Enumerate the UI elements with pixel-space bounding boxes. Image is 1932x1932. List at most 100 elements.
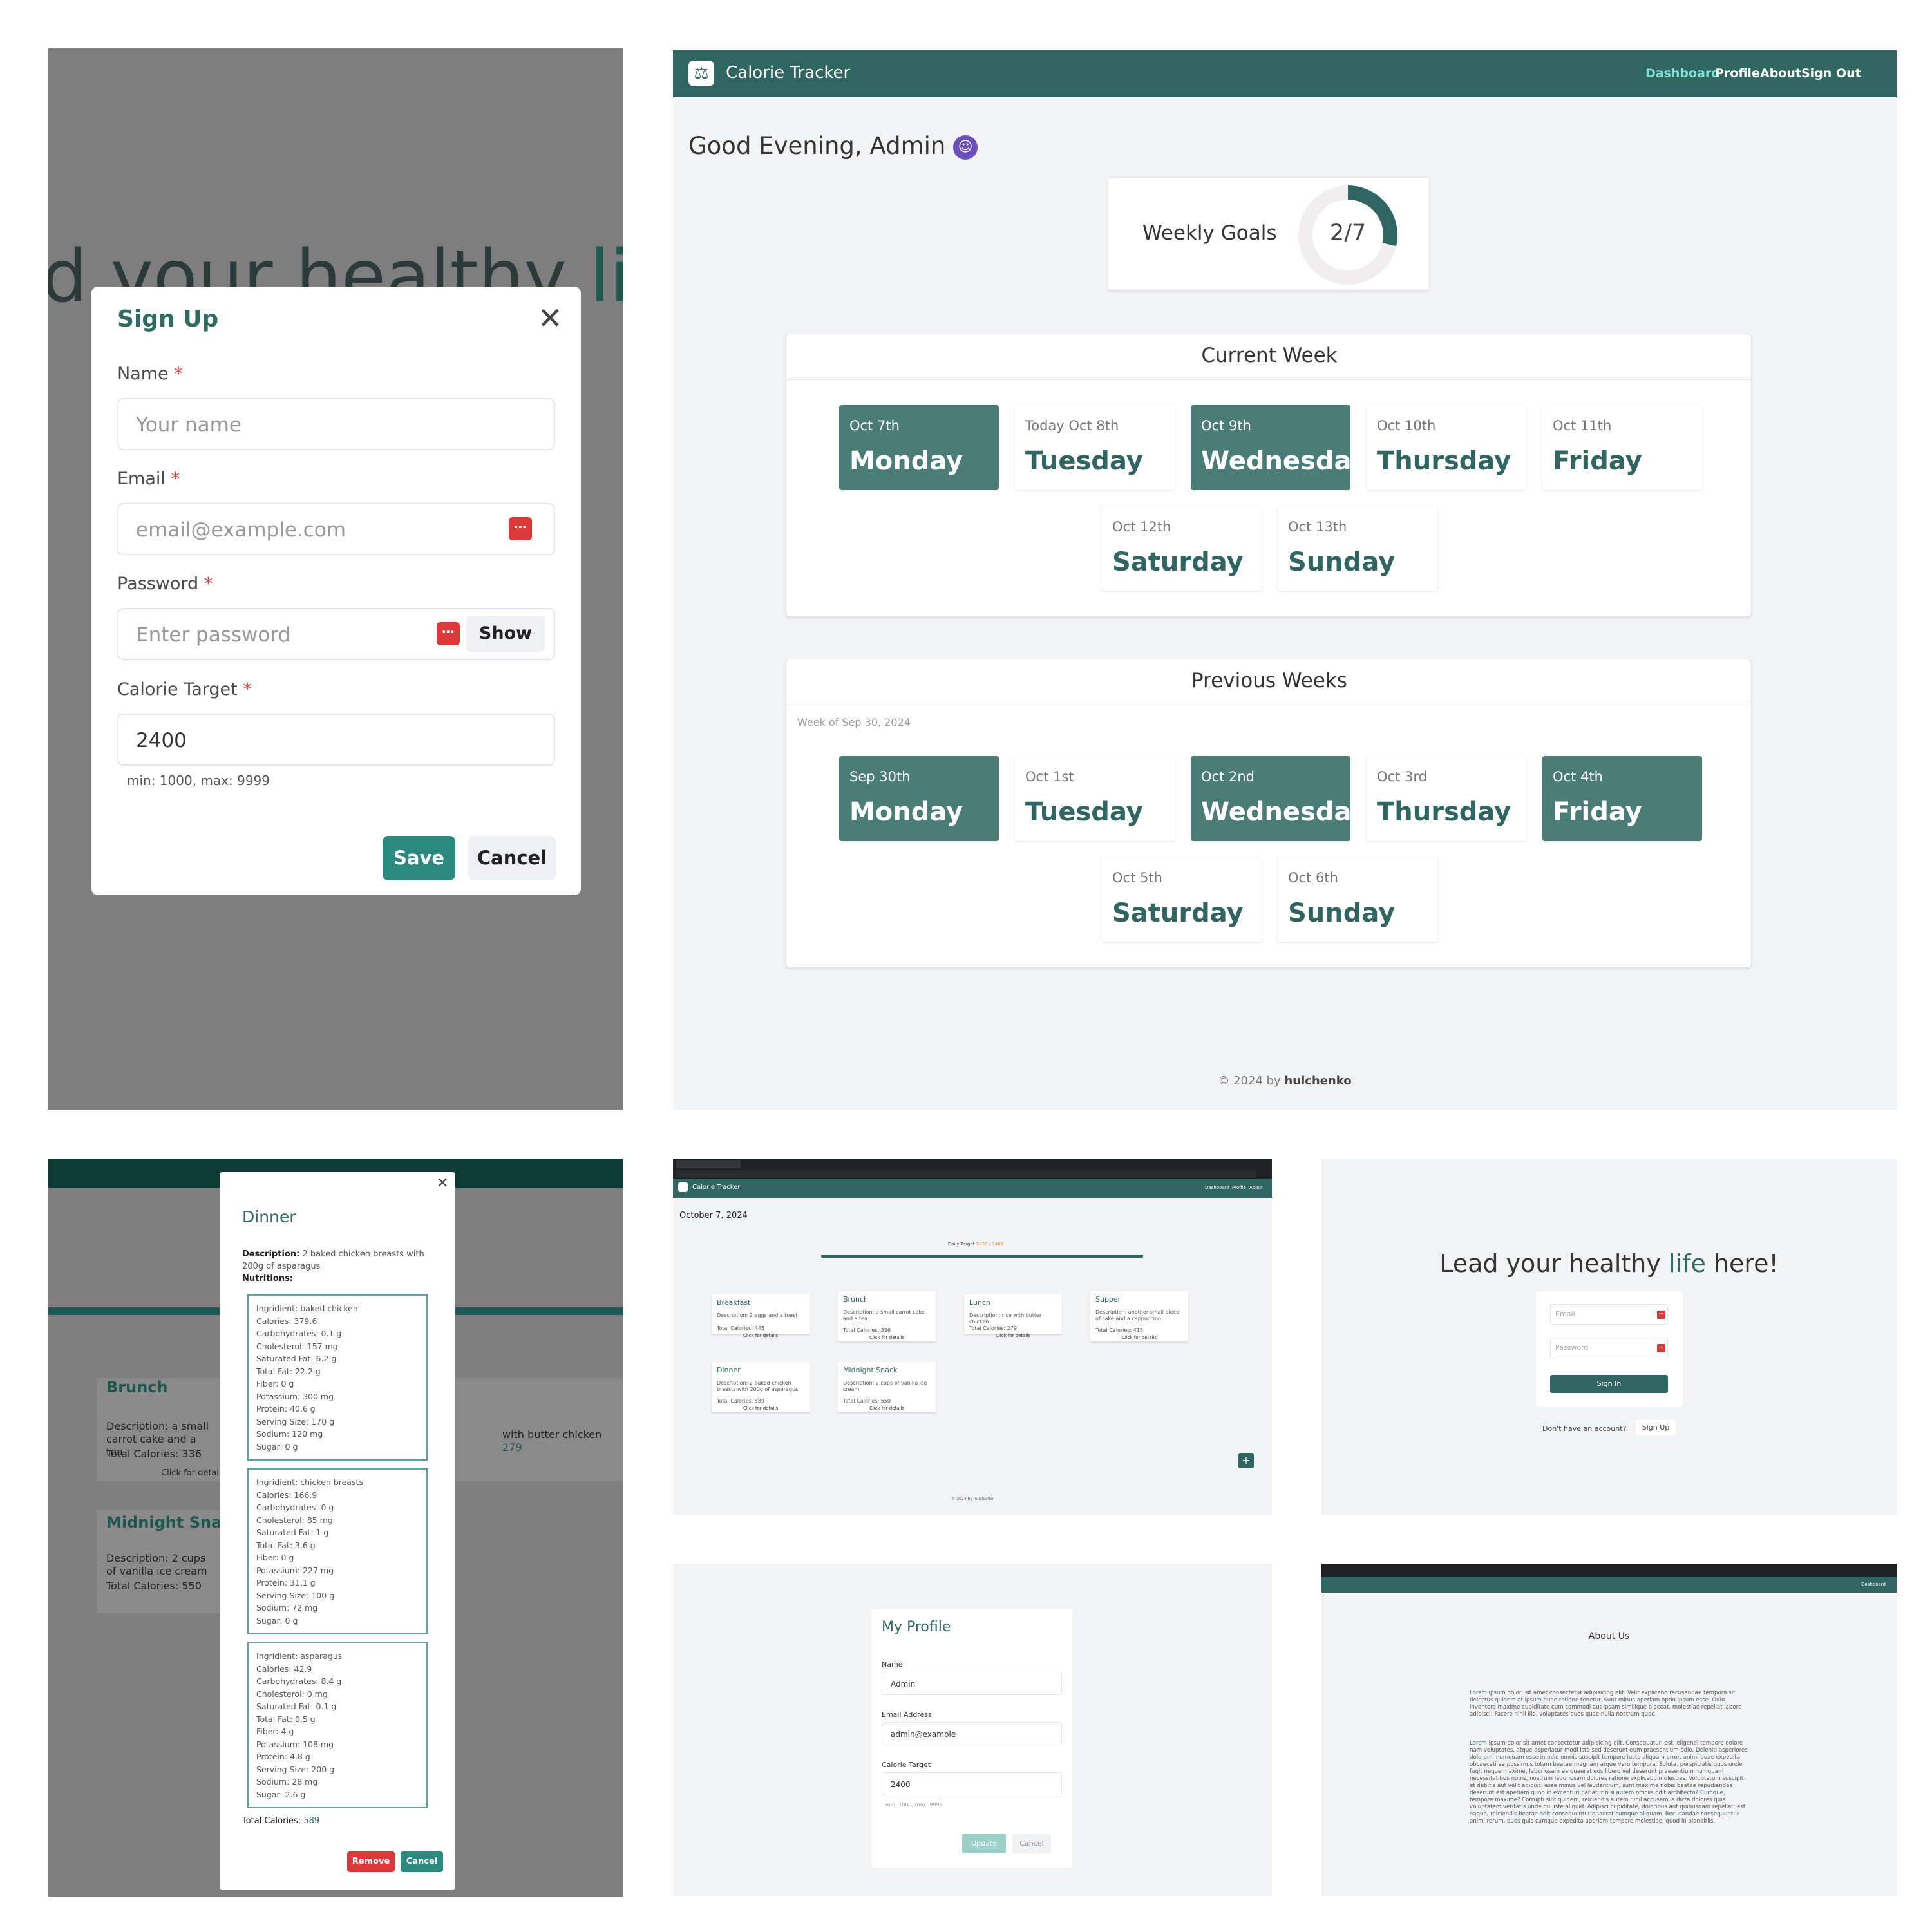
day-card-sunday[interactable]: Oct 13th Sunday xyxy=(1278,506,1437,591)
day-card-sunday[interactable]: Oct 6th Sunday xyxy=(1278,857,1437,942)
day-card-monday[interactable]: Sep 30th Monday xyxy=(839,756,999,841)
cancel-button[interactable]: Cancel xyxy=(401,1852,443,1872)
bg-lunch-desc: with butter chicken xyxy=(502,1428,602,1441)
meal-card-lunch[interactable]: Lunch Description: rice with butter chick… xyxy=(964,1294,1062,1338)
add-meal-button[interactable]: + xyxy=(1238,1453,1254,1468)
day-date: Oct 13th xyxy=(1288,519,1347,535)
signin-button[interactable]: Sign In xyxy=(1550,1375,1668,1393)
password-manager-icon[interactable]: ⋯ xyxy=(437,622,460,645)
day-card-tuesday[interactable]: Oct 1st Tuesday xyxy=(1015,756,1175,841)
nutrition-line: Fiber: 0 g xyxy=(256,1379,294,1388)
calorie-input[interactable]: 2400 xyxy=(882,1772,1062,1795)
profile-screen: My Profile Name Admin Email Address admi… xyxy=(673,1564,1272,1896)
save-button[interactable]: Save xyxy=(383,836,455,880)
cancel-button[interactable]: Cancel xyxy=(1012,1834,1051,1853)
emoji-icon: ☺ xyxy=(953,135,978,160)
nutrition-line: Potassium: 300 mg xyxy=(256,1391,334,1401)
day-name: Monday xyxy=(849,797,963,827)
meal-description: Description: 2 eggs and a toast xyxy=(717,1312,798,1318)
day-card-friday[interactable]: Oct 11th Friday xyxy=(1542,405,1702,490)
meal-title: Brunch xyxy=(843,1295,869,1303)
email-input[interactable]: Email ⋯ xyxy=(1550,1304,1668,1325)
day-card-tuesday[interactable]: Today Oct 8th Tuesday xyxy=(1015,405,1175,490)
dashboard-screen: ⚖ Calorie Tracker Dashboard Profile Abou… xyxy=(673,50,1897,1110)
day-card-friday[interactable]: Oct 4th Friday xyxy=(1542,756,1702,841)
day-card-wednesday[interactable]: Oct 9th Wednesday xyxy=(1191,405,1367,490)
nav-about[interactable]: About xyxy=(1249,1185,1263,1190)
daily-target: Daily Target 2032 / 2400 xyxy=(947,1242,1004,1247)
meal-card-midnight-snack[interactable]: Midnight Snack Description: 2 cups of van… xyxy=(838,1362,936,1412)
email-input[interactable]: email@example.com ⋯ xyxy=(117,503,555,555)
password-input[interactable]: Password ⋯ xyxy=(1550,1338,1668,1358)
nutrition-line: Calories: 42.9 xyxy=(256,1663,312,1674)
nutrition-line: Sodium: 72 mg xyxy=(256,1603,318,1613)
meal-total: Total Calories: 336 xyxy=(843,1327,891,1333)
day-date: Oct 9th xyxy=(1201,418,1251,433)
day-card-saturday[interactable]: Oct 12th Saturday xyxy=(1102,506,1262,591)
nav-profile[interactable]: Profile xyxy=(1715,66,1760,80)
meal-card-dinner[interactable]: Dinner Description: 2 baked chicken breas… xyxy=(712,1362,810,1412)
day-card-saturday[interactable]: Oct 5th Saturday xyxy=(1102,857,1262,942)
daily-progress-bar xyxy=(821,1255,1143,1258)
login-card: Email ⋯ Password ⋯ Sign In xyxy=(1536,1291,1683,1407)
day-date: Oct 10th xyxy=(1377,418,1436,433)
meal-title: Midnight Snack xyxy=(843,1366,898,1374)
day-card-monday[interactable]: Oct 7th Monday xyxy=(839,405,999,490)
nutrition-line: Protein: 31.1 g xyxy=(256,1578,316,1587)
day-card-thursday[interactable]: Oct 10th Thursday xyxy=(1367,405,1526,490)
signup-button[interactable]: Sign Up xyxy=(1636,1420,1676,1435)
nav-about[interactable]: About xyxy=(1760,66,1801,80)
calorie-label: Calorie Target * xyxy=(117,679,252,699)
close-icon[interactable]: ✕ xyxy=(538,301,563,336)
current-week-card: Current Week Oct 7th Monday Today Oct 8th T… xyxy=(786,334,1752,617)
day-date: Oct 1st xyxy=(1025,769,1074,784)
day-name: Sunday xyxy=(1288,898,1396,928)
password-manager-icon[interactable]: ⋯ xyxy=(1657,1311,1665,1319)
day-date: Oct 11th xyxy=(1553,418,1612,433)
close-icon[interactable]: ✕ xyxy=(437,1175,448,1191)
password-input[interactable]: Enter password ⋯ Show xyxy=(117,608,555,660)
nav-profile[interactable]: Profile xyxy=(1232,1185,1246,1190)
meal-total: Total Calories: 415 xyxy=(1095,1327,1143,1333)
meal-card-brunch[interactable]: Brunch Description: a small carrot cake a… xyxy=(838,1291,936,1341)
day-card-thursday[interactable]: Oct 3rd Thursday xyxy=(1367,756,1526,841)
bg-brunch-title: Brunch xyxy=(106,1378,168,1396)
meal-card-supper[interactable]: Supper Description: another small piece o… xyxy=(1090,1291,1188,1341)
nav-dashboard[interactable]: Dashboard xyxy=(1205,1185,1229,1190)
bg-midnight-desc: Description: 2 cups of vanilla ice cream xyxy=(106,1552,207,1577)
day-card-wednesday[interactable]: Oct 2nd Wednesday xyxy=(1191,756,1367,841)
show-password-button[interactable]: Show xyxy=(466,616,545,652)
remove-button[interactable]: Remove xyxy=(347,1852,395,1872)
nav-dashboard[interactable]: Dashboard xyxy=(1645,66,1720,80)
nav-dashboard[interactable]: Dashboard xyxy=(1861,1582,1886,1587)
email-input[interactable]: admin@example xyxy=(882,1722,1062,1745)
password-manager-icon[interactable]: ⋯ xyxy=(1657,1344,1665,1352)
cancel-button[interactable]: Cancel xyxy=(468,836,556,880)
update-button[interactable]: Update xyxy=(962,1834,1006,1853)
day-date: Oct 12th xyxy=(1112,519,1171,535)
login-screen: Lead your healthy life here! Email ⋯ Pass… xyxy=(1321,1159,1897,1515)
week-of-label: Week of Sep 30, 2024 xyxy=(797,716,911,728)
password-manager-icon[interactable]: ⋯ xyxy=(509,517,532,540)
top-nav: ⚖ Calorie Tracker Dashboard Profile Abou… xyxy=(673,50,1897,97)
day-view-screen: Calorie Tracker Dashboard Profile About … xyxy=(673,1159,1272,1515)
ingredient-box: Ingridient: baked chicken Calories: 379.6… xyxy=(247,1294,428,1461)
nutrition-line: Total Fat: 22.2 g xyxy=(256,1366,321,1376)
nutrition-line: Potassium: 227 mg xyxy=(256,1565,334,1575)
profile-card: My Profile Name Admin Email Address admi… xyxy=(871,1609,1072,1868)
calorie-input[interactable]: 2400 xyxy=(117,714,555,766)
weekly-goals-label: Weekly Goals xyxy=(1142,222,1277,245)
name-input[interactable]: Admin xyxy=(882,1672,1062,1695)
nutrition-line: Cholesterol: 85 mg xyxy=(256,1515,333,1525)
nutrition-line: Serving Size: 170 g xyxy=(256,1416,335,1426)
nav-signout[interactable]: Sign Out xyxy=(1801,66,1861,80)
day-date: Oct 5th xyxy=(1112,870,1162,886)
meal-card-breakfast[interactable]: Breakfast Description: 2 eggs and a toast… xyxy=(712,1294,810,1338)
click-details: Click for details xyxy=(743,1406,779,1411)
name-input[interactable]: Your name xyxy=(117,398,555,450)
app-title: Calorie Tracker xyxy=(726,63,851,82)
name-label: Name xyxy=(882,1660,903,1669)
total-calories: Total Calories: 589 xyxy=(242,1816,320,1826)
nutrition-line: Ingridient: asparagus xyxy=(256,1651,343,1661)
email-label: Email * xyxy=(117,469,180,489)
